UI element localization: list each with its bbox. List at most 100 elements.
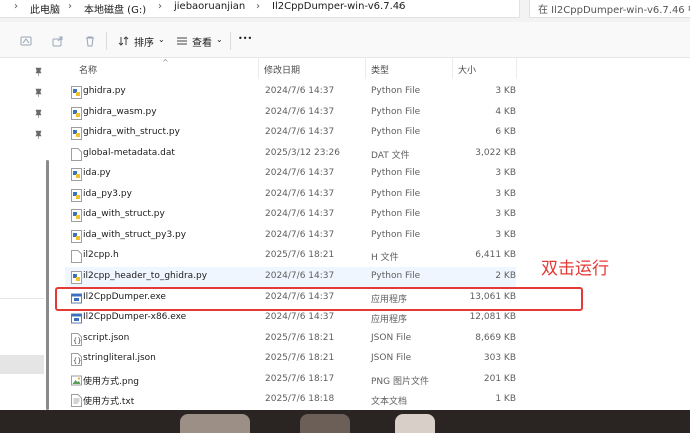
chevron-right-icon: › [398,1,402,12]
nav-scrollbar[interactable] [46,160,49,410]
python-file-icon [71,106,82,120]
file-date: 2025/7/6 18:21 [265,250,335,261]
file-list: ^ 名称 修改日期 类型 大小 ghidra.py 2024/7/6 14:37 P… [51,58,690,410]
column-header-size[interactable]: 大小 [458,63,476,76]
generic-file-icon [71,250,82,264]
navigation-pane [0,58,51,410]
chevron-right-icon: › [14,1,18,12]
file-name: script.json [83,332,130,343]
breadcrumb-current-folder[interactable]: Il2CppDumper-win-v6.7.46 [272,1,406,12]
file-row[interactable]: ghidra_wasm.py 2024/7/6 14:37 Python File 4… [65,103,516,123]
column-header-name[interactable]: 名称 [79,63,97,76]
delete-icon[interactable] [84,35,96,47]
file-type: Python File [371,270,421,281]
python-file-icon [71,188,82,202]
text-file-icon [71,394,82,408]
background-shape [395,414,435,433]
file-size: 2 KB [495,270,516,281]
file-type: 文本文档 [371,397,408,408]
file-size: 4 KB [495,106,516,117]
share-icon[interactable] [52,35,64,47]
chevron-down-icon: ⌄ [216,35,223,44]
file-date: 2024/7/6 14:37 [265,188,335,199]
file-name: ida_py3.py [83,188,132,199]
file-row[interactable]: il2cpp_header_to_ghidra.py 2024/7/6 14:37… [65,266,516,287]
file-row[interactable]: ghidra_with_struct.py 2024/7/6 14:37 Pytho… [65,123,516,143]
file-name: 使用方式.txt [83,397,135,408]
file-name: ghidra.py [83,86,126,96]
view-button[interactable]: 查看 [192,34,212,50]
file-name: stringliteral.json [83,353,156,364]
breadcrumb-this-pc[interactable]: 此电脑 [30,1,60,16]
file-size: 6,411 KB [475,250,516,261]
file-name: global-metadata.dat [83,147,175,158]
file-row[interactable]: {} script.json 2025/7/6 18:21 JSON File 8,66… [65,329,516,349]
file-date: 2025/7/6 18:18 [265,394,335,405]
sort-button[interactable]: 排序 [134,34,154,50]
column-divider[interactable] [452,58,453,79]
file-size: 303 KB [483,353,516,364]
rename-icon[interactable] [20,35,32,47]
file-name: il2cpp_header_to_ghidra.py [83,270,208,281]
file-row[interactable]: ida_with_struct.py 2024/7/6 14:37 Python F… [65,205,516,225]
file-name: ida.py [83,168,111,179]
file-type: Python File [371,188,421,199]
file-size: 12,081 KB [469,312,516,323]
chevron-right-icon: › [158,1,162,12]
search-input[interactable]: 在 Il2CppDumper-win-v6.7.46 中搜索 [529,0,690,18]
file-row[interactable]: 使用方式.png 2025/7/6 18:17 PNG 图片文件 201 KB [65,370,516,390]
file-row[interactable]: 使用方式.txt 2025/7/6 18:18 文本文档 1 KB [65,390,516,410]
file-name: ida_with_struct_py3.py [83,229,187,240]
file-size: 3 KB [495,209,516,220]
chevron-down-icon: ⌄ [158,35,165,44]
breadcrumb-folder[interactable]: jiebaoruanjian [174,1,245,12]
background-strip [0,410,690,433]
file-name: ghidra_wasm.py [83,106,157,117]
more-options-button[interactable]: ••• [238,34,252,50]
file-row[interactable]: ida_py3.py 2024/7/6 14:37 Python File 3 KB [65,185,516,205]
file-row[interactable]: ida.py 2024/7/6 14:37 Python File 3 KB [65,164,516,184]
breadcrumb[interactable]: › 此电脑 › 本地磁盘 (G:) › jiebaoruanjian › Il2… [0,0,520,18]
nav-divider [0,298,44,299]
file-row[interactable]: il2cpp.h 2025/7/6 18:21 H 文件 6,411 KB [65,246,516,266]
python-file-icon [71,209,82,223]
pin-icon[interactable] [35,67,42,76]
exe-file-icon [71,313,82,324]
file-row[interactable]: ida_with_struct_py3.py 2024/7/6 14:37 Pyth… [65,226,516,246]
file-row[interactable]: ghidra.py 2024/7/6 14:37 Python File 3 KB [65,82,516,102]
file-size: 201 KB [483,373,516,384]
file-type: JSON File [371,353,412,364]
file-date: 2024/7/6 14:37 [265,229,335,240]
svg-text:{}: {} [73,337,81,345]
image-file-icon [71,375,82,386]
file-row[interactable]: Il2CppDumper-x86.exe 2024/7/6 14:37 应用程序 12… [65,308,516,328]
pin-icon[interactable] [35,109,42,118]
sort-ascending-icon: ^ [162,58,169,67]
file-type: 应用程序 [371,315,408,326]
column-divider[interactable] [365,58,366,79]
generic-file-icon [71,147,82,161]
column-divider[interactable] [516,58,517,79]
json-file-icon: {} [71,332,82,346]
breadcrumb-drive[interactable]: 本地磁盘 (G:) [84,1,146,16]
file-date: 2024/7/6 14:37 [265,168,335,179]
file-row[interactable]: global-metadata.dat 2025/3/12 23:26 DAT 文件… [65,144,516,164]
file-type: Python File [371,86,421,96]
python-file-icon [71,270,82,284]
file-row[interactable]: {} stringliteral.json 2025/7/6 18:21 JSON F… [65,349,516,369]
file-size: 3 KB [495,168,516,179]
toolbar-divider [230,32,231,50]
file-date: 2025/3/12 23:26 [265,147,340,158]
python-file-icon [71,229,82,243]
column-header-type[interactable]: 类型 [371,63,389,76]
pin-icon[interactable] [35,130,42,139]
column-divider[interactable] [258,58,259,79]
file-name: il2cpp.h [83,250,119,261]
chevron-right-icon: › [68,1,72,12]
file-date: 2024/7/6 14:37 [265,270,335,281]
pin-icon[interactable] [35,88,42,97]
file-type: Python File [371,106,421,117]
file-size: 3 KB [495,86,516,96]
column-header-date[interactable]: 修改日期 [264,63,300,76]
nav-selected-item[interactable] [0,355,44,374]
